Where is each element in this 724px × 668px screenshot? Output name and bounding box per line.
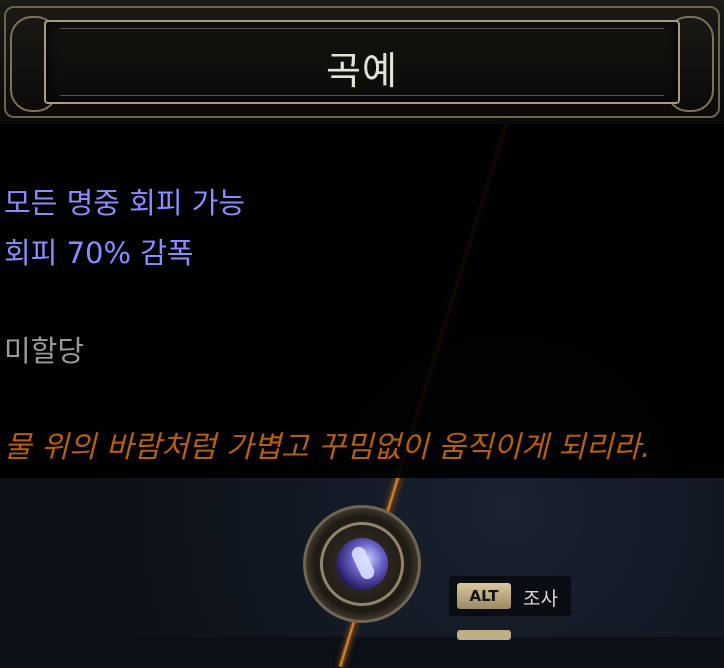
divider (60, 95, 664, 96)
flavor-text: 물 위의 바람처럼 가볍고 꾸밈없이 움직이게 되리라. (4, 430, 651, 465)
acrobatics-keystone-icon (336, 538, 388, 590)
stat-line: 회피 70% 감폭 (4, 236, 194, 270)
divider (60, 28, 664, 29)
stat-line: 모든 명중 회피 가능 (4, 186, 246, 220)
allocation-status: 미할당 (4, 334, 85, 368)
alt-key: ALT (457, 583, 511, 609)
passive-tooltip: 곡예 모든 명중 회피 가능 회피 70% 감폭 미할당 물 위의 바람처럼 가… (0, 0, 724, 478)
acrobatics-node[interactable] (303, 505, 421, 623)
tooltip-title: 곡예 (326, 49, 398, 93)
tooltip-header: 곡예 (0, 0, 724, 124)
inspect-label: 조사 (523, 588, 558, 610)
key-hint-partial (457, 630, 511, 640)
figure-icon (349, 544, 377, 582)
